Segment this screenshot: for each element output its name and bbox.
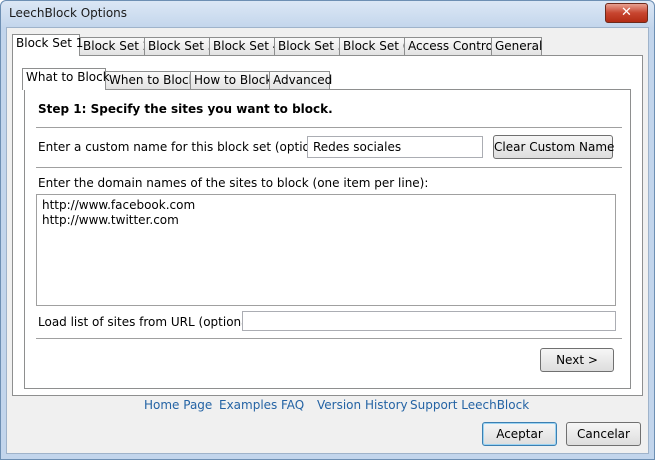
window-title: LeechBlock Options	[9, 6, 128, 20]
tab-block-set-2[interactable]: Block Set 2	[79, 37, 150, 55]
load-url-input[interactable]	[242, 311, 616, 331]
dialog-client-area: Block Set 1 Block Set 2 Block Set 3 Bloc…	[6, 27, 649, 454]
tab-general[interactable]: General	[491, 37, 542, 55]
clear-custom-name-button[interactable]: Clear Custom Name	[493, 135, 614, 159]
tab-block-set-4[interactable]: Block Set 4	[209, 37, 280, 55]
tab-block-set-3[interactable]: Block Set 3	[144, 37, 215, 55]
separator	[36, 127, 622, 129]
tab-what-to-block[interactable]: What to Block	[22, 68, 110, 90]
tab-block-set-6[interactable]: Block Set 6	[339, 37, 410, 55]
step-title: Step 1: Specify the sites you want to bl…	[38, 102, 333, 116]
what-to-block-panel: Step 1: Specify the sites you want to bl…	[24, 89, 631, 389]
tab-block-set-1[interactable]: Block Set 1	[12, 34, 83, 56]
title-bar[interactable]: LeechBlock Options ✕	[1, 1, 654, 27]
cancel-button[interactable]: Cancelar	[566, 422, 641, 446]
next-button[interactable]: Next >	[540, 348, 614, 372]
separator	[36, 338, 622, 340]
domains-label: Enter the domain names of the sites to b…	[38, 176, 429, 190]
tab-how-to-block[interactable]: How to Block	[190, 71, 272, 89]
domain-line: http://www.facebook.com	[42, 198, 196, 212]
domain-line: http://www.twitter.com	[42, 213, 179, 227]
examples-link[interactable]: Examples	[219, 398, 277, 412]
close-button[interactable]: ✕	[605, 3, 648, 23]
domains-textarea[interactable]: http://www.facebook.com http://www.twitt…	[36, 194, 616, 306]
support-leechblock-link[interactable]: Support LeechBlock	[410, 398, 529, 412]
version-history-link[interactable]: Version History	[317, 398, 408, 412]
separator	[36, 167, 622, 169]
load-url-label: Load list of sites from URL (optional):	[38, 315, 261, 329]
tab-when-to-block[interactable]: When to Block	[105, 71, 196, 89]
block-set-panel: What to Block When to Block How to Block…	[12, 55, 643, 396]
home-page-link[interactable]: Home Page	[144, 398, 212, 412]
leechblock-options-window: LeechBlock Options ✕ Block Set 1 Block S…	[0, 0, 655, 460]
accept-button[interactable]: Aceptar	[482, 422, 557, 446]
faq-link[interactable]: FAQ	[281, 398, 304, 412]
tab-advanced[interactable]: Advanced	[269, 71, 332, 89]
tab-access-control[interactable]: Access Control	[404, 37, 496, 55]
tab-block-set-5[interactable]: Block Set 5	[274, 37, 345, 55]
footer-links: Home Page Examples FAQ Version History S…	[7, 398, 648, 416]
custom-name-label: Enter a custom name for this block set (…	[38, 140, 337, 154]
custom-name-input[interactable]	[307, 136, 483, 158]
